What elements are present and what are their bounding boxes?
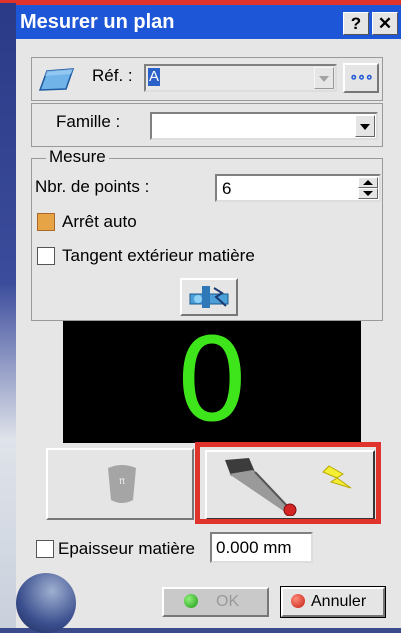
measure-counter-display: 0 [63, 314, 361, 448]
tangent-label: Tangent extérieur matière [62, 246, 255, 265]
ref-label: Réf. : [92, 66, 133, 85]
plane-icon [38, 64, 76, 99]
cancel-red-icon [291, 594, 305, 608]
chevron-down-icon [319, 76, 329, 82]
points-label: Nbr. de points : [35, 177, 150, 196]
browse-button[interactable]: ∘∘∘ [343, 63, 379, 93]
points-value: 6 [222, 179, 232, 198]
ref-value: A [148, 68, 161, 86]
title-bar[interactable]: Mesurer un plan ? ✕ [16, 3, 401, 39]
chevron-down-icon [360, 124, 370, 130]
highlight-frame [195, 442, 381, 524]
arrow-up-icon [363, 180, 373, 185]
desktop-background [0, 0, 16, 628]
close-button[interactable]: ✕ [372, 12, 398, 35]
annuler-label: Annuler [311, 593, 367, 610]
famille-dropdown-button[interactable] [355, 115, 375, 137]
famille-group: Famille : [31, 103, 383, 147]
famille-combo[interactable] [150, 112, 378, 140]
ref-combo[interactable]: A [144, 64, 337, 92]
famille-label: Famille : [56, 112, 121, 131]
background-sphere [16, 573, 76, 633]
epaisseur-label: Epaisseur matière [58, 539, 196, 558]
svg-text:π: π [119, 476, 125, 487]
arret-auto-label: Arrêt auto [62, 212, 137, 231]
measure-plane-dialog: Mesurer un plan ? ✕ Réf. : A ∘∘∘ Famille… [16, 3, 401, 633]
epaisseur-input[interactable]: 0.000 mm [210, 532, 313, 563]
tangent-checkbox[interactable] [37, 247, 55, 265]
ok-label: OK [216, 593, 240, 610]
ref-dropdown-button[interactable] [314, 67, 334, 89]
epaisseur-checkbox[interactable] [36, 540, 54, 558]
window-title: Mesurer un plan [20, 11, 175, 33]
points-up-button[interactable] [358, 177, 378, 188]
ok-green-icon [184, 594, 198, 608]
points-down-button[interactable] [358, 188, 378, 199]
ref-group: Réf. : A ∘∘∘ [31, 57, 383, 101]
arret-auto-checkbox[interactable] [37, 213, 55, 231]
arrow-down-icon [363, 191, 373, 196]
help-button[interactable]: ? [343, 12, 369, 35]
points-counter: 0 [175, 314, 249, 448]
mesure-group-label: Mesure [46, 147, 109, 167]
epaisseur-value: 0.000 mm [216, 538, 292, 557]
trash-button[interactable]: π [46, 448, 194, 520]
ok-button[interactable]: OK [162, 587, 269, 617]
annuler-button[interactable]: Annuler [280, 586, 386, 618]
more-dots-icon: ∘∘∘ [349, 68, 373, 84]
points-stepper[interactable]: 6 [215, 174, 381, 202]
trash-icon: π [100, 464, 144, 511]
